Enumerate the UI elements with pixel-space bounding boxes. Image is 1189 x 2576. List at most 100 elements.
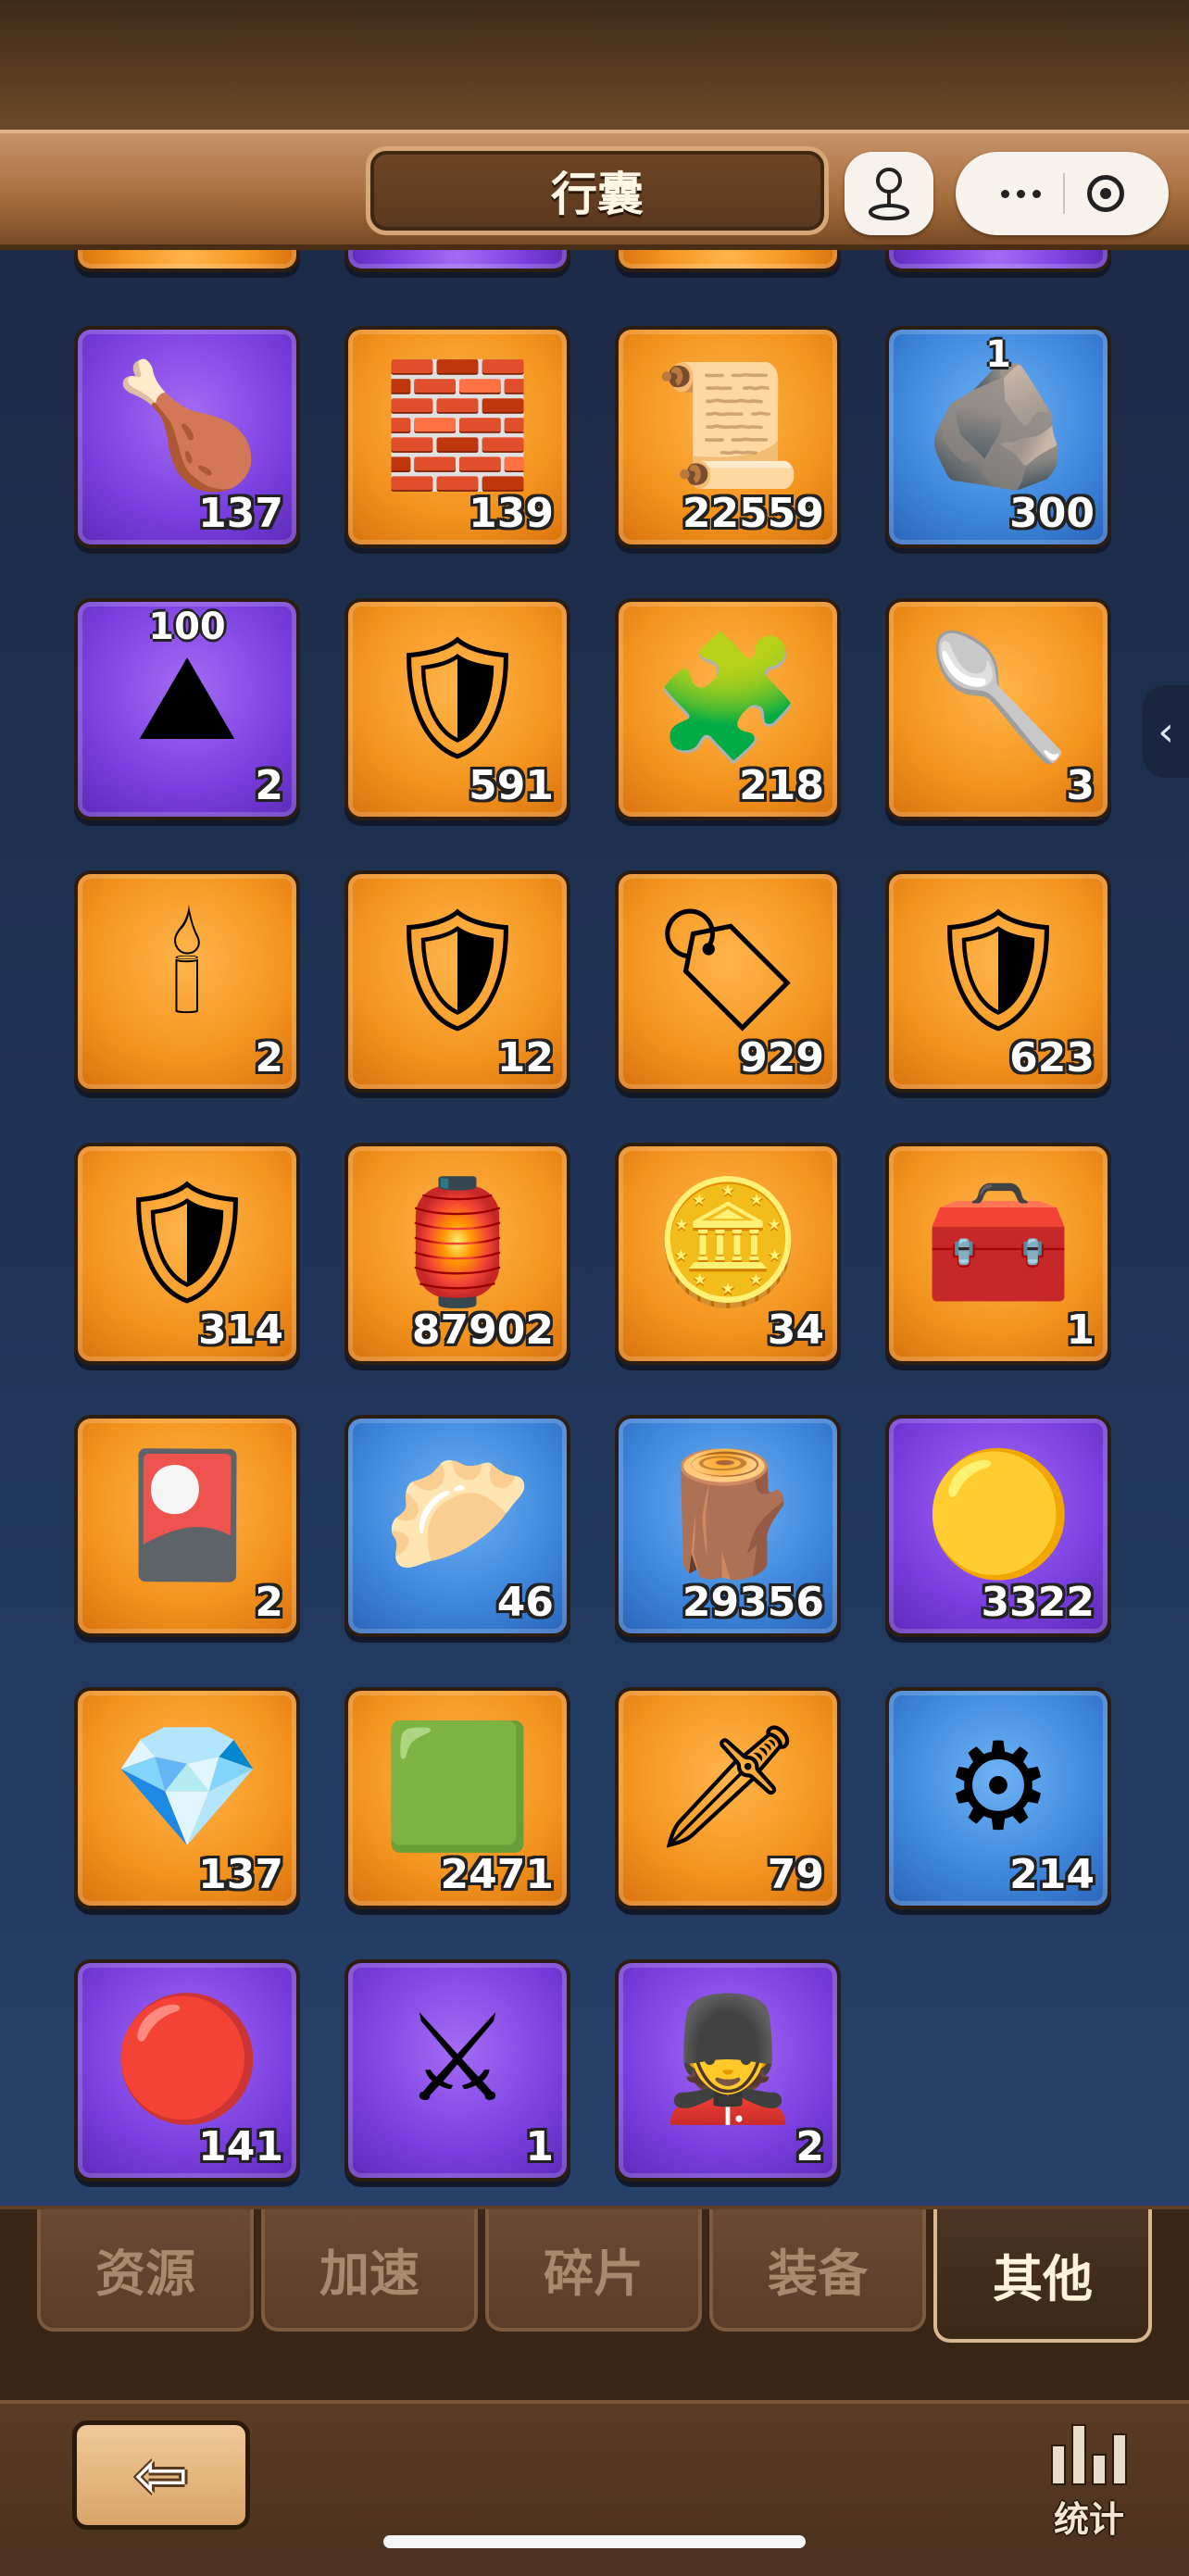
item-count: 2 <box>255 1034 283 1082</box>
item-count: 314 <box>198 1307 283 1354</box>
treasure-chest-icon: 🧰 <box>923 1171 1073 1312</box>
candle-icon: 🕯 <box>169 899 205 1040</box>
item-count: 79 <box>767 1851 824 1898</box>
item-count: 2471 <box>440 1851 554 1898</box>
item-count: 2 <box>795 2123 824 2170</box>
item-cell[interactable]: 🟩 2471 <box>344 1687 570 1909</box>
joystick-icon <box>869 168 909 220</box>
tab-label: 其他 <box>993 2249 1093 2308</box>
more-icon[interactable] <box>1000 189 1041 198</box>
item-count: 214 <box>1009 1851 1095 1898</box>
category-tab-bar: 资源 加速 碎片 装备 其他 <box>0 2206 1189 2404</box>
item-cell[interactable]: 📜 22559 <box>615 326 841 548</box>
item-count: 34 <box>767 1307 824 1354</box>
title-bar: 行囊 <box>0 130 1189 250</box>
item-cell[interactable]: 🛡 12 <box>344 870 570 1093</box>
bar-chart-icon <box>1051 2420 1127 2485</box>
item-cell[interactable]: ⚙ 214 <box>885 1687 1111 1909</box>
item-cell[interactable]: ⚔ 1 <box>344 1959 570 2182</box>
item-cell[interactable]: 🛡 591 <box>344 598 570 820</box>
dagger-icon: 🗡 <box>651 1716 805 1857</box>
title-plate: 行囊 <box>366 146 829 235</box>
top-decorative-band <box>0 0 1189 130</box>
item-count: 139 <box>469 490 554 537</box>
item-cell[interactable]: 🍗 137 <box>74 326 300 548</box>
item-cell[interactable]: 🏮 87902 <box>344 1143 570 1365</box>
item-cell[interactable]: 💂 2 <box>615 1959 841 2182</box>
item-count: 87902 <box>411 1307 554 1354</box>
item-count: 141 <box>198 2123 283 2170</box>
item-count: 46 <box>496 1579 554 1626</box>
item-cell[interactable]: 🛡 623 <box>885 870 1111 1093</box>
item-count: 1 <box>525 2123 554 2170</box>
item-cell[interactable]: 🗡 79 <box>615 1687 841 1909</box>
item-cell[interactable]: 🔴 141 <box>74 1959 300 2182</box>
inventory-grid: ‹ 🍗 137 🧱 139 📜 22559 🪨 1 300 ⛰ 100 2 🛡 591 🧩 218 🥄 3 🕯 2 🛡 1… <box>0 250 1189 2206</box>
item-count: 591 <box>469 762 554 809</box>
tab-label: 装备 <box>768 2244 868 2303</box>
item-count: 2 <box>255 762 283 809</box>
stats-button[interactable]: 统计 <box>1043 2420 1135 2550</box>
item-count: 300 <box>1009 490 1095 537</box>
tab-4[interactable]: 其他 <box>933 2209 1152 2343</box>
tab-3[interactable]: 装备 <box>709 2209 926 2332</box>
item-cell[interactable]: 💎 137 <box>74 1687 300 1909</box>
red-crest-icon: 🛡 <box>921 899 1075 1040</box>
sapphire-icon: 💎 <box>112 1716 262 1857</box>
blue-crest-icon: 🛡 <box>381 899 534 1040</box>
stats-label: 统计 <box>1053 2499 1124 2540</box>
item-count: 3 <box>1066 762 1095 809</box>
back-button[interactable]: ⇦ <box>72 2420 250 2530</box>
item-cell[interactable]: 🏷 929 <box>615 870 841 1093</box>
item-cell[interactable]: 🪵 29356 <box>615 1415 841 1637</box>
red-seal-icon: 🔴 <box>112 1988 262 2129</box>
item-cell[interactable]: 🟡 3322 <box>885 1415 1111 1637</box>
capsule-divider <box>1062 173 1065 214</box>
side-collapse-tab[interactable]: ‹ <box>1143 685 1189 778</box>
item-count: 12 <box>496 1034 554 1082</box>
item-count: 2 <box>255 1579 283 1626</box>
item-cell[interactable]: 🧩 218 <box>615 598 841 820</box>
chevron-left-icon: ‹ <box>1158 707 1174 756</box>
partial-item-cell[interactable] <box>344 250 570 272</box>
item-cell[interactable]: 🧱 139 <box>344 326 570 548</box>
tab-label: 资源 <box>95 2244 195 2303</box>
silver-seal-icon: ⚙ <box>944 1716 1053 1857</box>
item-cell[interactable]: 🕯 2 <box>74 870 300 1093</box>
hammer-badge-icon: 🛡 <box>381 627 534 768</box>
item-count: 22559 <box>682 490 824 537</box>
item-cell[interactable]: 🎴 2 <box>74 1415 300 1637</box>
item-level-badge: 100 <box>148 606 226 648</box>
item-cell[interactable]: 🪙 34 <box>615 1143 841 1365</box>
item-cell[interactable]: 🛡 314 <box>74 1143 300 1365</box>
home-indicator <box>383 2535 806 2548</box>
tab-1[interactable]: 加速 <box>261 2209 478 2332</box>
swirl-crest-icon: 🛡 <box>110 1171 264 1312</box>
gold-nugget-icon: 🟡 <box>923 1444 1073 1584</box>
page-title: 行囊 <box>551 168 644 221</box>
close-target-icon[interactable] <box>1086 175 1124 212</box>
tab-2[interactable]: 碎片 <box>485 2209 702 2332</box>
item-cell[interactable]: ⛰ 100 2 <box>74 598 300 820</box>
item-count: 1 <box>1066 1307 1095 1354</box>
tab-label: 碎片 <box>544 2244 644 2303</box>
partial-item-cell[interactable] <box>74 250 300 272</box>
item-count: 137 <box>198 490 283 537</box>
item-cell[interactable]: 🥄 3 <box>885 598 1111 820</box>
partial-item-cell[interactable] <box>615 250 841 272</box>
soldier-return-icon: 💂 <box>653 1988 803 2129</box>
item-count: 218 <box>739 762 824 809</box>
partial-item-cell[interactable] <box>885 250 1111 272</box>
item-cell[interactable]: 🪨 1 300 <box>885 326 1111 548</box>
item-count: 929 <box>739 1034 824 1082</box>
miniprogram-capsule <box>956 152 1169 235</box>
game-controller-button[interactable] <box>845 152 933 235</box>
item-cell[interactable]: 🧰 1 <box>885 1143 1111 1365</box>
jade-brick-icon: 🧱 <box>382 355 532 495</box>
item-cell[interactable]: 🥟 46 <box>344 1415 570 1637</box>
tab-0[interactable]: 资源 <box>37 2209 254 2332</box>
item-count: 29356 <box>682 1579 824 1626</box>
scroll-icon: 📜 <box>653 355 803 495</box>
troops-advance-icon: ⚔ <box>403 1988 512 2129</box>
sword-puzzle-icon: 🧩 <box>653 627 803 768</box>
